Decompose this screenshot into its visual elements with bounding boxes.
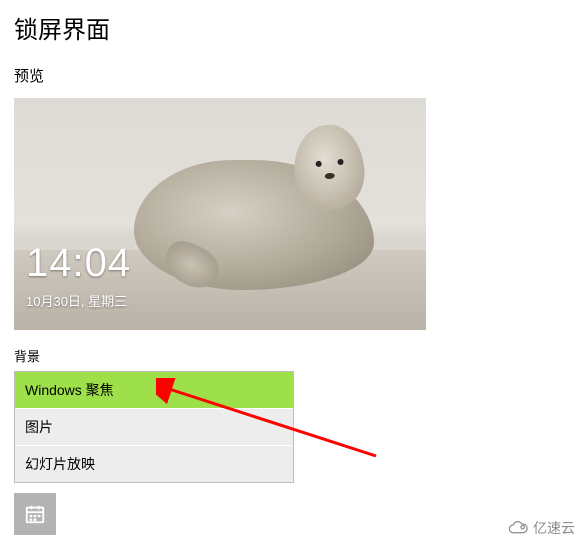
- lockscreen-preview[interactable]: 14:04 10月30日, 星期三: [14, 98, 426, 330]
- dropdown-option-label: Windows 聚焦: [25, 382, 114, 398]
- dropdown-option-label: 图片: [25, 419, 53, 435]
- status-app-tile[interactable]: [14, 493, 56, 535]
- dropdown-option-windows-spotlight[interactable]: Windows 聚焦: [15, 372, 293, 408]
- calendar-icon: [24, 503, 46, 525]
- page-title: 锁屏界面: [14, 10, 571, 45]
- watermark-text: 亿速云: [533, 518, 575, 538]
- dropdown-option-label: 幻灯片放映: [25, 456, 95, 472]
- watermark: 亿速云: [507, 518, 575, 538]
- preview-date: 10月30日, 星期三: [26, 291, 127, 310]
- dropdown-option-slideshow[interactable]: 幻灯片放映: [15, 445, 293, 482]
- preview-time: 14:04: [26, 241, 131, 286]
- cloud-icon: [507, 520, 529, 536]
- dropdown-option-picture[interactable]: 图片: [15, 408, 293, 445]
- background-dropdown[interactable]: Windows 聚焦 图片 幻灯片放映: [14, 371, 294, 483]
- preview-label: 预览: [14, 65, 571, 86]
- background-label: 背景: [14, 346, 571, 365]
